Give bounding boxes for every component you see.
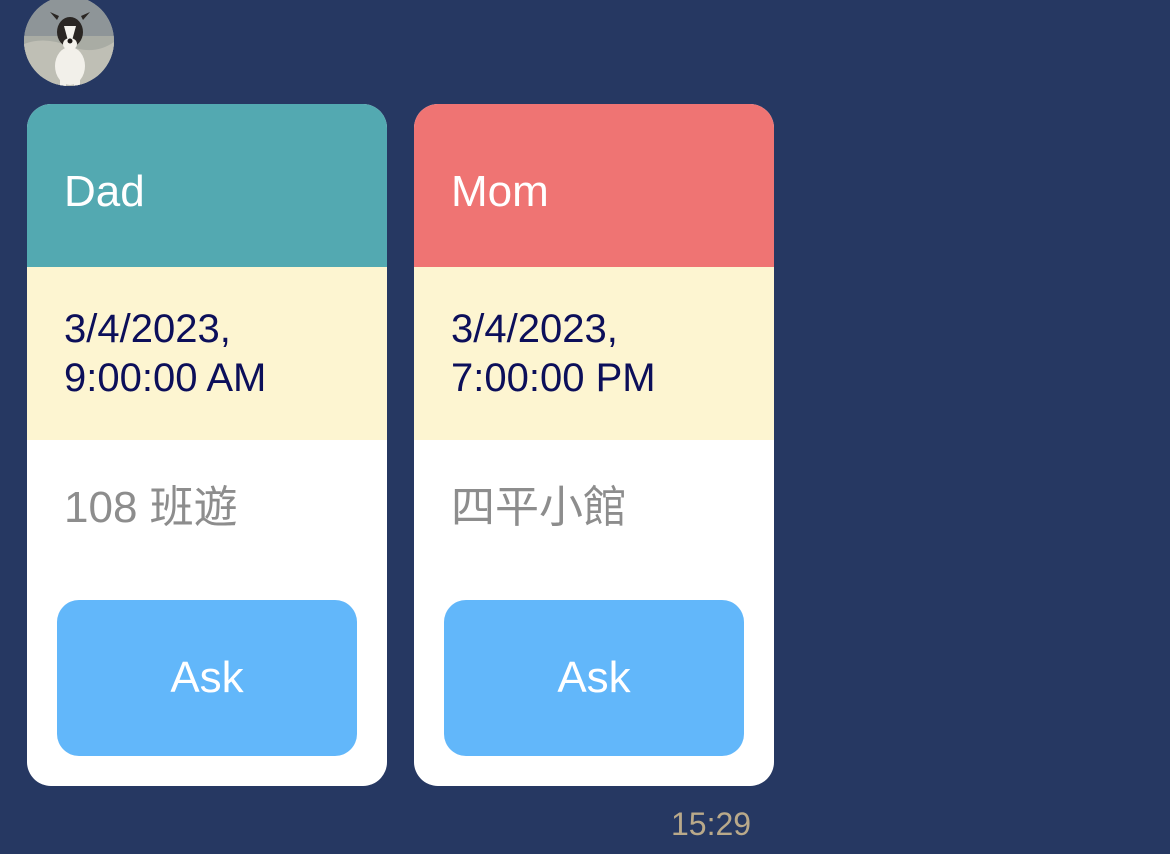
card-body: 四平小館 Ask [414,440,774,786]
card-header: Mom [414,104,774,267]
card-name: Mom [451,167,549,216]
message-timestamp: 15:29 [671,806,752,842]
card-header: Dad [27,104,387,267]
card-date: 3/4/2023, [64,307,231,351]
card-date: 3/4/2023, [451,307,618,351]
card-place: 四平小館 [451,483,627,532]
card-name: Dad [64,167,145,216]
event-card-mom: Mom 3/4/2023, 7:00:00 PM 四平小館 Ask [414,104,774,786]
sender-avatar[interactable] [24,0,114,86]
ask-button[interactable]: Ask [444,600,744,756]
card-time: 7:00:00 PM [451,356,656,400]
card-body: 108 班遊 Ask [27,440,387,786]
dog-avatar-icon [24,0,114,86]
card-time: 9:00:00 AM [64,356,267,400]
card-place: 108 班遊 [64,483,238,532]
card-datetime: 3/4/2023, 9:00:00 AM [27,267,387,440]
card-carousel: Dad 3/4/2023, 9:00:00 AM 108 班遊 Ask Mom … [27,104,774,786]
event-card-dad: Dad 3/4/2023, 9:00:00 AM 108 班遊 Ask [27,104,387,786]
ask-button[interactable]: Ask [57,600,357,756]
card-datetime: 3/4/2023, 7:00:00 PM [414,267,774,440]
